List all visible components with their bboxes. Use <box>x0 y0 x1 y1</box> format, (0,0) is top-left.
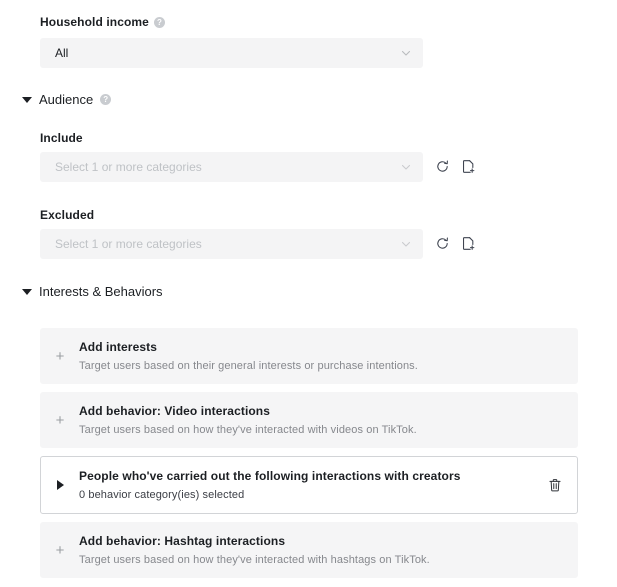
card-body: Add behavior: Hashtag interactions Targe… <box>79 534 577 566</box>
chevron-down-icon <box>400 161 412 173</box>
plus-icon: + <box>55 347 65 365</box>
card-title: Add behavior: Hashtag interactions <box>79 534 286 548</box>
card-description: Target users based on how they've intera… <box>79 554 430 566</box>
include-field-actions <box>435 159 476 174</box>
audience-section-header[interactable]: Audience ? <box>22 92 112 107</box>
card-add-behavior-hashtag-interactions[interactable]: + Add behavior: Hashtag interactions Tar… <box>40 522 578 578</box>
card-handle: + <box>41 413 79 428</box>
card-body: Add interests Target users based on thei… <box>79 340 577 372</box>
card-add-behavior-video-interactions[interactable]: + Add behavior: Video interactions Targe… <box>40 392 578 448</box>
card-selected-count: 0 behavior category(ies) selected <box>79 489 245 501</box>
include-label-text: Include <box>40 131 83 145</box>
include-categories-placeholder: Select 1 or more categories <box>55 160 202 174</box>
chevron-down-icon <box>400 47 412 59</box>
card-body: People who've carried out the following … <box>79 469 533 501</box>
household-income-value: All <box>55 46 69 60</box>
refresh-icon[interactable] <box>435 159 450 174</box>
plus-icon: + <box>55 541 65 559</box>
plus-icon: + <box>55 411 65 429</box>
card-handle: + <box>41 543 79 558</box>
card-title: People who've carried out the following … <box>79 469 461 483</box>
caret-down-icon <box>22 96 32 103</box>
household-income-label: Household income ? <box>40 15 165 29</box>
card-title: Add behavior: Video interactions <box>79 404 271 418</box>
audience-section-title: Audience <box>39 92 94 107</box>
card-add-interests[interactable]: + Add interests Target users based on th… <box>40 328 578 384</box>
help-circle-icon[interactable]: ? <box>100 94 112 105</box>
household-income-label-text: Household income <box>40 15 149 29</box>
excluded-label-text: Excluded <box>40 208 95 222</box>
card-description: Target users based on how they've intera… <box>79 424 417 436</box>
refresh-icon[interactable] <box>435 236 450 251</box>
chevron-down-icon <box>400 238 412 250</box>
interests-behaviors-section-header[interactable]: Interests & Behaviors <box>22 284 163 299</box>
household-income-select[interactable]: All <box>40 38 423 68</box>
card-handle: + <box>41 349 79 364</box>
include-categories-select[interactable]: Select 1 or more categories <box>40 152 423 182</box>
help-circle-icon[interactable]: ? <box>153 16 165 28</box>
caret-down-icon <box>22 288 32 295</box>
include-label: Include <box>40 131 83 145</box>
card-title: Add interests <box>79 340 157 354</box>
card-creator-interactions[interactable]: People who've carried out the following … <box>40 456 578 514</box>
interests-behaviors-section-title: Interests & Behaviors <box>39 284 163 299</box>
targeting-settings-panel: Household income ? All Audience ? Includ… <box>0 0 617 587</box>
file-plus-icon[interactable] <box>461 159 476 174</box>
file-plus-icon[interactable] <box>461 236 476 251</box>
card-actions <box>533 478 577 493</box>
excluded-categories-select[interactable]: Select 1 or more categories <box>40 229 423 259</box>
card-description: Target users based on their general inte… <box>79 360 418 372</box>
excluded-label: Excluded <box>40 208 94 222</box>
excluded-field-actions <box>435 236 476 251</box>
trash-icon[interactable] <box>548 478 562 493</box>
card-expand-toggle[interactable] <box>41 480 79 490</box>
card-body: Add behavior: Video interactions Target … <box>79 404 577 436</box>
excluded-categories-placeholder: Select 1 or more categories <box>55 237 202 251</box>
caret-right-icon <box>56 480 64 490</box>
